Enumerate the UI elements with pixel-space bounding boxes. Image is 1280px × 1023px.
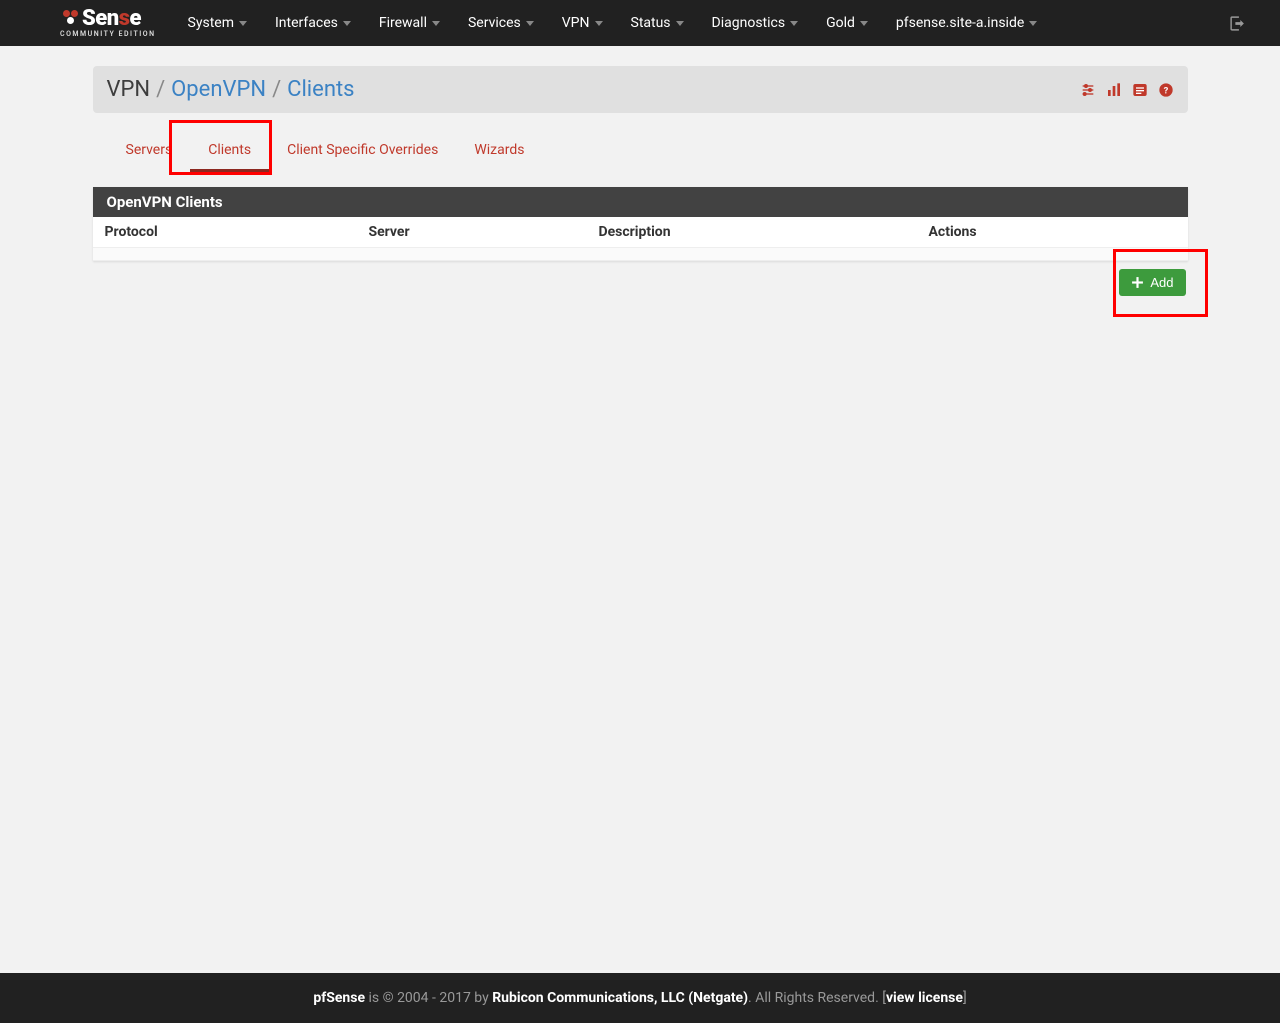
chart-icon[interactable] — [1106, 82, 1122, 98]
panel-actions: ? — [1080, 82, 1174, 98]
chevron-down-icon — [595, 21, 603, 26]
tab-overrides[interactable]: Client Specific Overrides — [269, 131, 456, 172]
chevron-down-icon — [676, 21, 684, 26]
logout-icon[interactable] — [1215, 15, 1260, 32]
help-icon[interactable]: ? — [1158, 82, 1174, 98]
tab-clients[interactable]: Clients — [190, 131, 269, 172]
breadcrumb-clients[interactable]: Clients — [287, 77, 354, 102]
nav-hostname[interactable]: pfsense.site-a.inside — [882, 0, 1051, 46]
nav-interfaces[interactable]: Interfaces — [261, 0, 365, 46]
panel-title: OpenVPN Clients — [93, 187, 1188, 217]
log-icon[interactable] — [1132, 82, 1148, 98]
plus-icon — [1131, 276, 1144, 289]
tabs: Servers Clients Client Specific Override… — [93, 123, 1188, 172]
breadcrumb-panel: VPN / OpenVPN / Clients ? — [93, 66, 1188, 113]
table-panel: OpenVPN Clients Protocol Server Descript… — [93, 187, 1188, 261]
nav-items: System Interfaces Firewall Services VPN … — [174, 0, 1052, 46]
add-button[interactable]: Add — [1119, 269, 1185, 296]
nav-system[interactable]: System — [174, 0, 261, 46]
tab-servers[interactable]: Servers — [108, 131, 191, 172]
nav-services[interactable]: Services — [454, 0, 548, 46]
nav-vpn[interactable]: VPN — [548, 0, 617, 46]
col-description: Description — [599, 224, 929, 240]
footer-company: Rubicon Communications, LLC (Netgate) — [492, 990, 748, 1006]
footer: pfSense is © 2004 - 2017 by Rubicon Comm… — [0, 973, 1280, 1023]
chevron-down-icon — [432, 21, 440, 26]
sliders-icon[interactable] — [1080, 82, 1096, 98]
chevron-down-icon — [1029, 21, 1037, 26]
chevron-down-icon — [343, 21, 351, 26]
col-actions: Actions — [929, 224, 1182, 240]
nav-diagnostics[interactable]: Diagnostics — [698, 0, 813, 46]
logo-text: Sen — [82, 8, 119, 30]
col-protocol: Protocol — [99, 224, 369, 240]
view-license-link[interactable]: view license — [886, 990, 963, 1006]
nav-gold[interactable]: Gold — [812, 0, 882, 46]
footer-brand: pfSense — [313, 990, 365, 1006]
nav-firewall[interactable]: Firewall — [365, 0, 454, 46]
chevron-down-icon — [790, 21, 798, 26]
nav-status[interactable]: Status — [617, 0, 698, 46]
breadcrumb: VPN / OpenVPN / Clients — [107, 77, 355, 102]
chevron-down-icon — [860, 21, 868, 26]
logo-icon — [60, 10, 80, 28]
tab-wizards[interactable]: Wizards — [456, 131, 542, 172]
add-button-label: Add — [1150, 275, 1173, 290]
table-body — [93, 248, 1188, 261]
svg-text:?: ? — [1163, 85, 1168, 96]
main-container: VPN / OpenVPN / Clients ? Servers Client… — [93, 66, 1188, 973]
table-header: Protocol Server Description Actions — [93, 217, 1188, 248]
chevron-down-icon — [239, 21, 247, 26]
logo[interactable]: Sense COMMUNITY EDITION — [60, 0, 156, 46]
breadcrumb-root: VPN — [107, 77, 151, 102]
chevron-down-icon — [526, 21, 534, 26]
logo-subtitle: COMMUNITY EDITION — [60, 31, 156, 38]
breadcrumb-openvpn[interactable]: OpenVPN — [171, 77, 266, 102]
col-server: Server — [369, 224, 599, 240]
navbar: Sense COMMUNITY EDITION System Interface… — [0, 0, 1280, 46]
